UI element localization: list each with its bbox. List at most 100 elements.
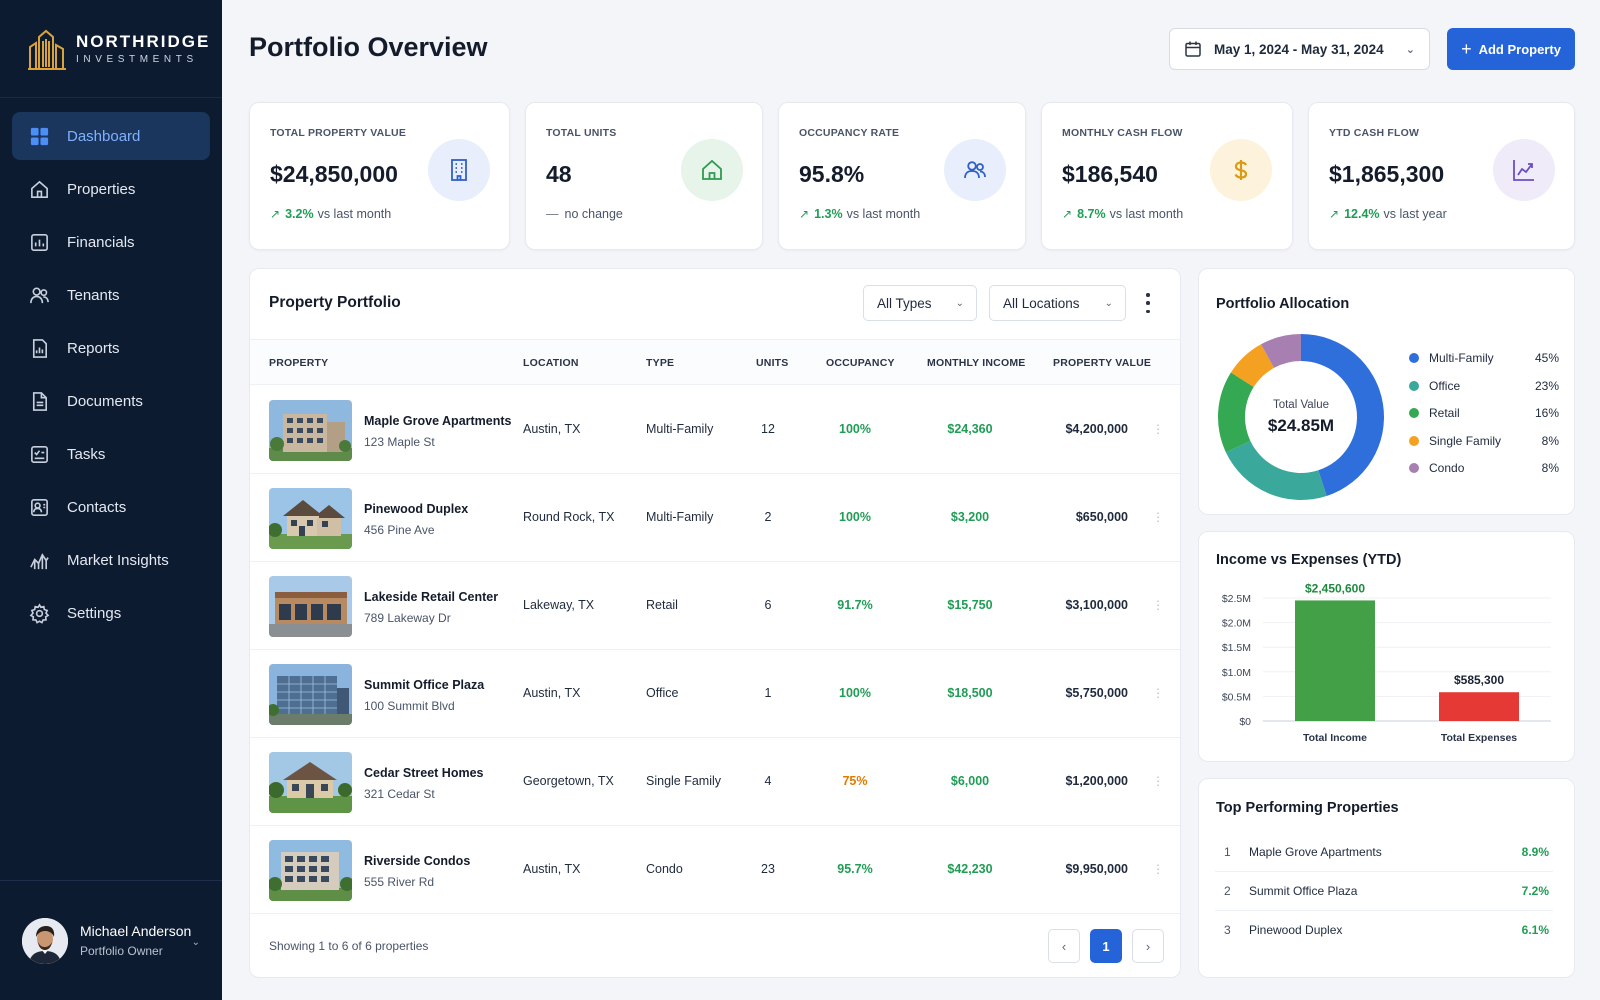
legend-label: Office (1429, 378, 1461, 393)
sidebar-item-documents[interactable]: Documents (12, 377, 210, 425)
column-header[interactable]: UNITS (756, 357, 789, 369)
portfolio-allocation-panel: Portfolio Allocation Total Value $24.85M… (1198, 268, 1575, 515)
row-menu-icon[interactable]: ⋮ (1152, 422, 1164, 436)
sidebar-item-tenants[interactable]: Tenants (12, 271, 210, 319)
property-name[interactable]: Riverside Condos (364, 854, 470, 868)
property-name[interactable]: Cedar Street Homes (364, 766, 484, 780)
location-filter-select[interactable]: All Locations ⌄ (989, 285, 1126, 321)
sidebar-item-properties[interactable]: Properties (12, 165, 210, 213)
legend-dot (1409, 353, 1419, 363)
row-menu-icon[interactable]: ⋮ (1152, 774, 1164, 788)
date-range-picker[interactable]: May 1, 2024 - May 31, 2024 ⌄ (1169, 28, 1430, 70)
table-row[interactable]: Maple Grove Apartments 123 Maple St Aust… (250, 386, 1180, 474)
brand-logo[interactable]: NORTHRIDGE INVESTMENTS (0, 0, 222, 98)
type-filter-select[interactable]: All Types ⌄ (863, 285, 977, 321)
kpi-change-value: 1.3% (814, 207, 843, 221)
sidebar-item-dashboard[interactable]: Dashboard (12, 112, 210, 160)
sidebar-item-settings[interactable]: Settings (12, 589, 210, 637)
trend-up-icon: ↗ (1329, 207, 1340, 221)
property-thumbnail (269, 576, 352, 637)
column-header[interactable]: PROPERTY (269, 357, 328, 369)
property-name: Maple Grove Apartments (1249, 845, 1382, 859)
bar-total-income[interactable] (1295, 600, 1375, 721)
kpi-label: MONTHLY CASH FLOW (1062, 127, 1183, 139)
type-cell: Condo (646, 862, 683, 876)
grid-icon (28, 125, 50, 147)
type-cell: Single Family (646, 774, 722, 788)
property-name[interactable]: Lakeside Retail Center (364, 590, 498, 604)
sidebar-item-contacts[interactable]: Contacts (12, 483, 210, 531)
property-address: 555 River Rd (364, 875, 435, 889)
next-page-button[interactable]: › (1132, 929, 1164, 963)
donut-slice-office[interactable] (1225, 440, 1327, 500)
row-menu-icon[interactable]: ⋮ (1152, 510, 1164, 524)
legend-item: Condo 8% (1409, 461, 1559, 475)
market-icon (28, 549, 50, 571)
row-menu-icon[interactable]: ⋮ (1152, 862, 1164, 876)
bar-total-expenses[interactable] (1439, 692, 1519, 721)
legend-label: Single Family (1429, 433, 1502, 448)
column-header[interactable]: TYPE (646, 357, 674, 369)
tasks-icon (28, 443, 50, 465)
legend-label: Condo (1429, 461, 1465, 475)
rank: 2 (1224, 884, 1231, 898)
column-header[interactable]: LOCATION (523, 357, 579, 369)
property-address: 100 Summit Blvd (364, 699, 455, 713)
type-cell: Multi-Family (646, 510, 714, 524)
list-item[interactable]: 1 Maple Grove Apartments 8.9% (1215, 833, 1553, 872)
sidebar-item-label: Tasks (67, 445, 106, 463)
list-item[interactable]: 2 Summit Office Plaza 7.2% (1215, 872, 1553, 911)
kpi-value: $24,850,000 (270, 161, 398, 187)
trend-up-icon: ↗ (799, 207, 810, 221)
row-menu-icon[interactable]: ⋮ (1152, 598, 1164, 612)
value-cell: $1,200,000 (1065, 774, 1128, 788)
column-header[interactable]: MONTHLY INCOME (927, 357, 1025, 369)
table-row[interactable]: Cedar Street Homes 321 Cedar St Georgeto… (250, 738, 1180, 826)
pagination-summary: Showing 1 to 6 of 6 properties (269, 939, 429, 953)
property-name[interactable]: Pinewood Duplex (364, 502, 468, 516)
income-cell: $6,000 (950, 774, 990, 788)
sidebar-item-tasks[interactable]: Tasks (12, 430, 210, 478)
sidebar-item-market-insights[interactable]: Market Insights (12, 536, 210, 584)
rank: 3 (1224, 923, 1231, 937)
occupancy-cell: 91.7% (837, 598, 873, 612)
sidebar-item-label: Properties (67, 180, 136, 198)
donut-center-value: $24.85M (1267, 416, 1335, 435)
property-name[interactable]: Summit Office Plaza (364, 678, 484, 692)
kpi-change: ↗ 3.2% vs last month (270, 207, 391, 221)
column-header[interactable]: PROPERTY VALUE (1053, 357, 1151, 369)
previous-page-button[interactable]: ‹ (1048, 929, 1080, 963)
rank: 1 (1224, 845, 1231, 859)
table-row[interactable]: Lakeside Retail Center 789 Lakeway Dr La… (250, 562, 1180, 650)
table-row[interactable]: Riverside Condos 555 River Rd Austin, TX… (250, 826, 1180, 914)
income-cell: $18,500 (947, 686, 993, 700)
units-cell: 12 (761, 422, 775, 436)
kpi-card-total-property-value: TOTAL PROPERTY VALUE $24,850,000 ↗ 3.2% … (249, 102, 510, 250)
more-options-icon[interactable] (1142, 291, 1154, 315)
sidebar-item-financials[interactable]: Financials (12, 218, 210, 266)
row-menu-icon[interactable]: ⋮ (1152, 686, 1164, 700)
column-header[interactable]: OCCUPANCY (826, 357, 895, 369)
kpi-change: — no change (546, 207, 623, 221)
users-icon (944, 139, 1006, 201)
avatar (22, 917, 68, 964)
sidebar-item-reports[interactable]: Reports (12, 324, 210, 372)
kpi-change-value: 12.4% (1344, 207, 1380, 221)
select-value: All Locations (1003, 295, 1080, 311)
property-name[interactable]: Maple Grove Apartments (364, 414, 512, 428)
list-item[interactable]: 3 Pinewood Duplex 6.1% (1215, 911, 1553, 950)
location-cell: Austin, TX (523, 686, 581, 700)
user-profile[interactable]: Michael Anderson Portfolio Owner ⌄ (0, 880, 222, 1000)
donut-center: Total Value $24.85M (1237, 399, 1365, 436)
kpi-label: TOTAL UNITS (546, 127, 617, 139)
income-expenses-panel: Income vs Expenses (YTD) $0 $0.5M $1.0M $1.… (1198, 531, 1575, 762)
kpi-value: 95.8% (799, 161, 865, 187)
trend-up-icon: ↗ (1062, 207, 1073, 221)
legend-value: 8% (1541, 433, 1559, 448)
page-button[interactable]: 1 (1090, 929, 1122, 963)
add-property-button[interactable]: + Add Property (1447, 28, 1575, 70)
chevron-down-icon[interactable]: ⌄ (192, 937, 200, 948)
table-row[interactable]: Pinewood Duplex 456 Pine Ave Round Rock,… (250, 474, 1180, 562)
table-row[interactable]: Summit Office Plaza 100 Summit Blvd Aust… (250, 650, 1180, 738)
sidebar: NORTHRIDGE INVESTMENTS Dashboard Propert… (0, 0, 222, 1000)
